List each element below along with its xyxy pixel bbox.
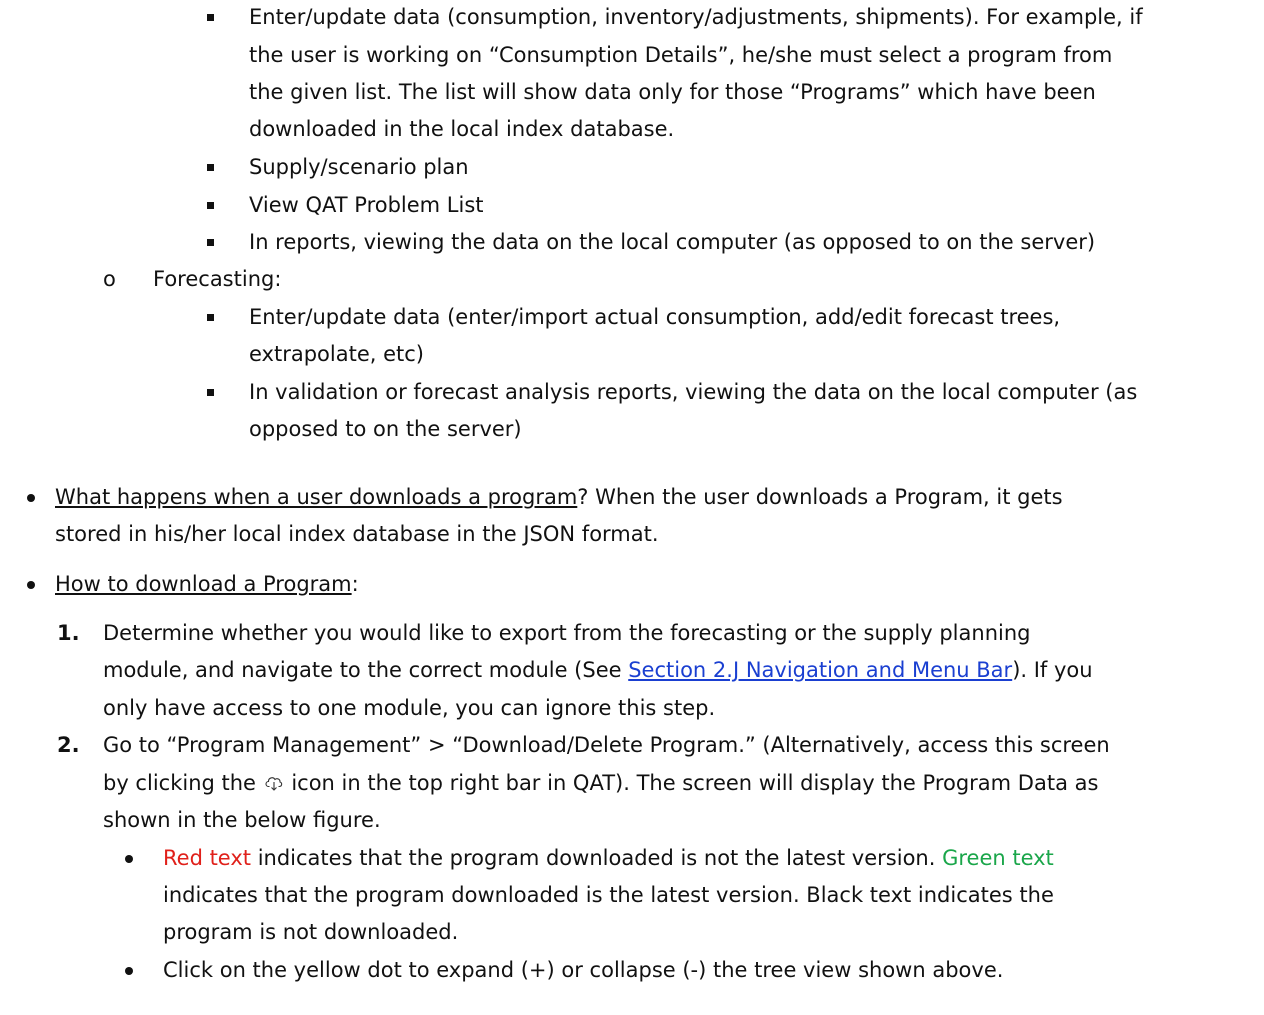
how-to-heading: How to download a Program <box>55 572 352 596</box>
what-happens-line-1: What happens when a user downloads a pro… <box>55 482 1063 514</box>
step-number: 1. <box>57 621 80 645</box>
how-to-colon: : <box>351 572 359 596</box>
cloud-download-icon <box>265 777 282 791</box>
document-page: Enter/update data (consumption, inventor… <box>0 0 1264 1015</box>
what-happens-text: ? When the user downloads a Program, it … <box>577 485 1063 509</box>
section-2j-link[interactable]: Section 2.J Navigation and Menu Bar <box>628 658 1012 682</box>
step-2-line-3: shown in the below figure. <box>103 808 381 832</box>
sub-bullet-1-line-2: indicates that the program downloaded is… <box>163 883 1054 907</box>
bullet-dot-icon <box>125 967 133 975</box>
sub-bullet-1-line-3: program is not downloaded. <box>163 920 459 944</box>
square-bullet-icon <box>207 164 214 171</box>
square-bullet-icon <box>207 14 214 21</box>
how-to-heading-line: How to download a Program: <box>55 569 359 601</box>
list-item-text: downloaded in the local index database. <box>249 117 675 141</box>
step-1-line-2: module, and navigate to the correct modu… <box>103 655 1093 687</box>
list-item-text: opposed to on the server) <box>249 417 522 441</box>
step-1-line-1: Determine whether you would like to expo… <box>103 621 1031 645</box>
list-item-text: extrapolate, etc) <box>249 342 424 366</box>
bullet-dot-icon <box>27 494 35 502</box>
square-bullet-icon <box>207 314 214 321</box>
square-bullet-icon <box>207 202 214 209</box>
forecasting-label: Forecasting: <box>153 267 282 291</box>
list-item-text: Enter/update data (consumption, inventor… <box>249 5 1143 29</box>
sub-bullet-2-line-1: Click on the yellow dot to expand (+) or… <box>163 958 1004 982</box>
step-2-line-2: by clicking the icon in the top right ba… <box>103 768 1098 800</box>
sub-bullet-1-line-1: Red text indicates that the program down… <box>163 843 1054 875</box>
list-item-text: View QAT Problem List <box>249 193 484 217</box>
what-happens-heading: What happens when a user downloads a pro… <box>55 485 578 509</box>
red-text-label: Red text <box>163 846 252 870</box>
step-1-text: module, and navigate to the correct modu… <box>103 658 629 682</box>
step-2-line-1: Go to “Program Management” > “Download/D… <box>103 733 1110 757</box>
list-item-text: In validation or forecast analysis repor… <box>249 380 1138 404</box>
green-text-label: Green text <box>942 846 1054 870</box>
step-number: 2. <box>57 733 80 757</box>
step-2-text: icon in the top right bar in QAT). The s… <box>284 771 1099 795</box>
list-item-text: the user is working on “Consumption Deta… <box>249 43 1113 67</box>
list-item-text: Supply/scenario plan <box>249 155 469 179</box>
sub-bullet-text: indicates that the program downloaded is… <box>251 846 943 870</box>
list-item-text: Enter/update data (enter/import actual c… <box>249 305 1061 329</box>
square-bullet-icon <box>207 239 214 246</box>
square-bullet-icon <box>207 389 214 396</box>
step-1-text: ). If you <box>1012 658 1093 682</box>
step-2-text: by clicking the <box>103 771 263 795</box>
list-item-text: the given list. The list will show data … <box>249 80 1096 104</box>
bullet-dot-icon <box>27 581 35 589</box>
step-1-line-3: only have access to one module, you can … <box>103 696 716 720</box>
list-item-text: In reports, viewing the data on the loca… <box>249 230 1096 254</box>
circle-bullet-icon: o <box>103 267 116 291</box>
what-happens-line-2: stored in his/her local index database i… <box>55 522 659 546</box>
bullet-dot-icon <box>125 855 133 863</box>
